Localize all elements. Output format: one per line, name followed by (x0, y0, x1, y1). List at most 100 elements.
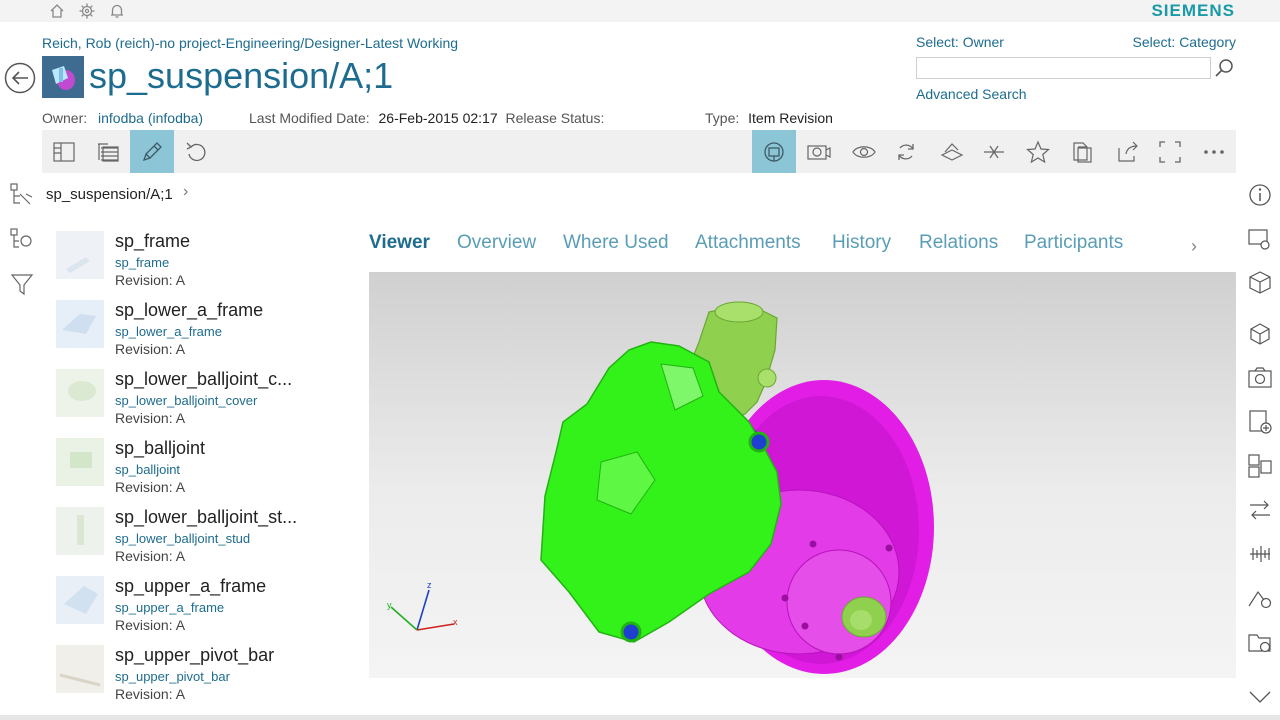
list-item[interactable]: sp_lower_balljoint_st... sp_lower_balljo… (56, 507, 356, 571)
structure-tree-icon[interactable] (8, 181, 36, 209)
advanced-search-link[interactable]: Advanced Search (916, 86, 1027, 102)
chevron-right-icon[interactable]: › (183, 183, 188, 201)
item-thumbnail (56, 300, 104, 348)
item-name: sp_lower_a_frame (115, 300, 264, 320)
list-icon (98, 142, 119, 162)
axis-label-z: z (427, 580, 432, 590)
item-revision: Revision: A (115, 686, 186, 702)
tab-relations[interactable]: Relations (919, 232, 998, 254)
refresh-button[interactable] (174, 130, 218, 173)
select-owner-link[interactable]: Select: Owner (916, 34, 1004, 50)
tab-participants[interactable]: Participants (1024, 232, 1123, 254)
chevron-down-icon[interactable] (1246, 682, 1274, 710)
pencil-icon (142, 141, 162, 161)
gear-icon[interactable] (78, 2, 96, 20)
model-render: z x y (387, 301, 934, 674)
rotate-button[interactable] (884, 130, 928, 173)
copy-button[interactable] (1060, 130, 1104, 173)
tab-viewer[interactable]: Viewer (369, 232, 430, 254)
item-thumbnail (56, 576, 104, 624)
3d-part-icon[interactable] (1246, 268, 1274, 296)
share-icon (1118, 141, 1138, 162)
chevron-right-icon[interactable]: › (1191, 236, 1197, 257)
item-thumbnail (56, 507, 104, 555)
item-name: sp_lower_balljoint_st... (115, 507, 298, 527)
search-input[interactable] (916, 57, 1211, 79)
folder-add-icon[interactable] (1246, 628, 1274, 656)
tab-attachments[interactable]: Attachments (695, 232, 801, 254)
item-id: sp_lower_a_frame (115, 324, 222, 339)
viewer-mode-button[interactable] (752, 130, 796, 173)
viewer-mode-icon (764, 141, 784, 162)
more-button[interactable] (1192, 130, 1236, 173)
eye-icon (852, 145, 876, 158)
markup-add-icon[interactable] (1246, 408, 1274, 436)
item-id: sp_lower_balljoint_cover (115, 393, 258, 408)
type-meta: Type: Item Revision (705, 110, 833, 126)
layout-button[interactable] (42, 130, 86, 173)
owner-link[interactable]: infodba (infodba) (98, 110, 203, 126)
search-icon[interactable] (1213, 57, 1235, 79)
context-path[interactable]: Reich, Rob (reich)-no project-Engineerin… (42, 35, 458, 51)
axis-label-x: x (453, 617, 458, 627)
breadcrumb[interactable]: sp_suspension/A;1 (46, 186, 173, 203)
item-revision: Revision: A (115, 341, 186, 357)
owner-meta: Owner: infodba (infodba) (42, 110, 203, 126)
select-category-link[interactable]: Select: Category (1133, 34, 1237, 50)
list-item[interactable]: sp_upper_pivot_bar sp_upper_pivot_bar Re… (56, 645, 356, 709)
axis-label-y: y (387, 600, 392, 610)
tab-overview[interactable]: Overview (457, 232, 536, 254)
item-revision: Revision: A (115, 479, 186, 495)
section-plane-icon (940, 142, 964, 161)
section-button[interactable] (930, 130, 974, 173)
release-label: Release Status: (505, 110, 605, 126)
home-icon[interactable] (48, 2, 66, 20)
list-view-button[interactable] (86, 130, 130, 173)
snapshot-icon[interactable] (1246, 364, 1274, 392)
item-thumbnail (56, 369, 104, 417)
info-icon[interactable] (1246, 181, 1274, 209)
item-id: sp_upper_a_frame (115, 600, 225, 615)
undo-icon (186, 142, 206, 161)
more-icon (1204, 149, 1224, 154)
tab-history[interactable]: History (832, 232, 891, 254)
item-id: sp_upper_pivot_bar (115, 669, 230, 684)
item-id: sp_lower_balljoint_stud (115, 531, 251, 546)
item-name: sp_upper_pivot_bar (115, 645, 275, 665)
tab-where-used[interactable]: Where Used (563, 232, 669, 254)
modified-meta: Last Modified Date: 26-Feb-2015 02:17 Re… (249, 110, 604, 126)
item-id: sp_frame (115, 255, 170, 270)
edit-button[interactable] (130, 130, 174, 173)
transfer-icon[interactable] (1246, 496, 1274, 524)
bell-icon[interactable] (108, 2, 126, 20)
item-revision: Revision: A (115, 548, 186, 564)
back-button[interactable] (4, 62, 36, 94)
panel-layout-icon (53, 141, 75, 162)
object-thumbnail (42, 56, 84, 98)
item-thumbnail (56, 231, 104, 279)
layers-icon[interactable] (1246, 452, 1274, 480)
list-item[interactable]: sp_lower_balljoint_c... sp_lower_balljoi… (56, 369, 356, 433)
copy-icon (1073, 141, 1092, 163)
fullscreen-icon (1159, 140, 1181, 163)
list-item[interactable]: sp_upper_a_frame sp_upper_a_frame Revisi… (56, 576, 356, 640)
item-revision: Revision: A (115, 617, 186, 633)
display-settings-icon[interactable] (1246, 226, 1274, 254)
3d-viewer[interactable]: z x y (369, 272, 1236, 678)
shape-search-icon[interactable] (1246, 584, 1274, 612)
filter-icon[interactable] (8, 270, 36, 298)
list-item[interactable]: sp_lower_a_frame sp_lower_a_frame Revisi… (56, 300, 356, 364)
share-button[interactable] (1106, 130, 1150, 173)
fullscreen-button[interactable] (1148, 130, 1192, 173)
brand-logo: SIEMENS (1151, 1, 1235, 20)
list-item[interactable]: sp_balljoint sp_balljoint Revision: A (56, 438, 356, 502)
tree-search-icon[interactable] (8, 226, 36, 254)
markup-button[interactable] (972, 130, 1016, 173)
capture-button[interactable] (796, 130, 840, 173)
favorite-button[interactable] (1016, 130, 1060, 173)
assembly-icon[interactable] (1246, 320, 1274, 348)
list-item[interactable]: sp_frame sp_frame Revision: A (56, 231, 356, 295)
visibility-button[interactable] (842, 130, 886, 173)
item-thumbnail (56, 645, 104, 693)
measure-icon[interactable] (1246, 540, 1274, 568)
